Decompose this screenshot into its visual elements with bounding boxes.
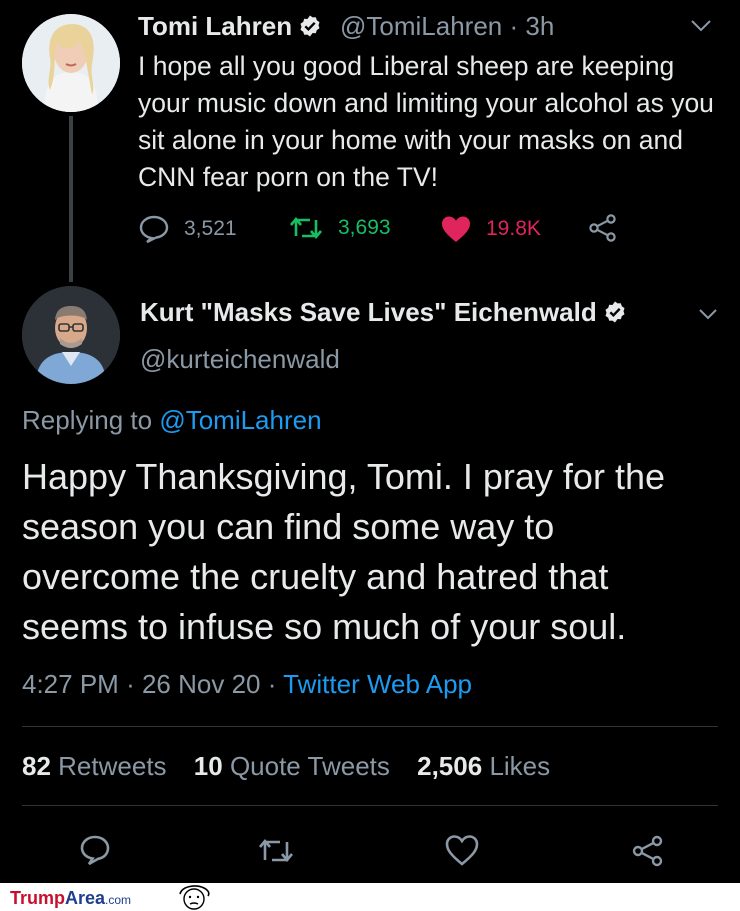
retweet-button[interactable] (256, 833, 296, 872)
tweet-text: Happy Thanksgiving, Tomi. I pray for the… (22, 456, 665, 647)
likes-stat[interactable]: 2,506 Likes (417, 751, 550, 781)
heart-filled-icon (442, 216, 470, 242)
cartoon-face-icon (179, 885, 210, 910)
tweet-metadata: 4:27 PM · 26 Nov 20 · Twitter Web App (22, 669, 472, 700)
reply-icon (80, 835, 110, 866)
tweet-text: I hope all you good Liberal sheep are ke… (138, 51, 714, 192)
watermark-logo: TrumpArea.com (10, 888, 132, 908)
heart-icon (445, 835, 479, 866)
separator-dot: · (126, 669, 135, 699)
tomi-lahren-avatar[interactable] (22, 14, 120, 112)
engagement-stats: 82 Retweets 10 Quote Tweets 2,506 Likes (22, 751, 570, 782)
divider (22, 726, 718, 727)
chevron-down-icon[interactable] (690, 18, 712, 34)
retweet-icon (290, 216, 322, 240)
retweet-count: 3,693 (338, 216, 391, 239)
like-button[interactable] (444, 833, 480, 872)
retweet-icon (259, 838, 293, 863)
separator-dot: · (267, 669, 277, 699)
tweet-source-link[interactable]: Twitter Web App (283, 669, 472, 699)
quote-tweets-stat[interactable]: 10 Quote Tweets (194, 751, 390, 781)
tweet-author-handle[interactable]: @kurteichenwald (140, 344, 340, 375)
tweet-author-handle[interactable]: @TomiLahren · 3h (340, 11, 554, 42)
replying-to-handle-link[interactable]: @TomiLahren (159, 405, 321, 435)
share-icon (589, 214, 616, 242)
share-button[interactable] (630, 833, 666, 874)
tweet-author-name[interactable]: Tomi Lahren (138, 11, 322, 42)
like-button[interactable]: 19.8K (440, 214, 541, 244)
reply-count: 3,521 (184, 217, 237, 240)
reply-button[interactable] (78, 833, 112, 872)
tweet-author-name[interactable]: Kurt "Masks Save Lives" Eichenwald (140, 297, 627, 328)
like-count: 19.8K (486, 217, 541, 240)
chevron-down-icon[interactable] (698, 307, 718, 321)
verified-badge-icon (300, 15, 320, 37)
reply-button[interactable]: 3,521 (138, 214, 237, 244)
share-icon (632, 835, 663, 867)
tweet-time: · 3h (509, 11, 555, 41)
thread-connector-line (69, 116, 73, 282)
tweet-time[interactable]: 4:27 PM (22, 669, 119, 699)
replying-to-line: Replying to @TomiLahren (22, 405, 322, 435)
retweet-button[interactable]: 3,693 (288, 214, 391, 242)
divider (22, 805, 718, 806)
retweets-stat[interactable]: 82 Retweets (22, 751, 167, 781)
verified-badge-icon (605, 301, 625, 323)
reply-icon (139, 215, 169, 244)
tweet-date[interactable]: 26 Nov 20 (142, 669, 261, 699)
share-button[interactable] (587, 212, 633, 244)
kurt-eichenwald-avatar[interactable] (22, 286, 120, 384)
